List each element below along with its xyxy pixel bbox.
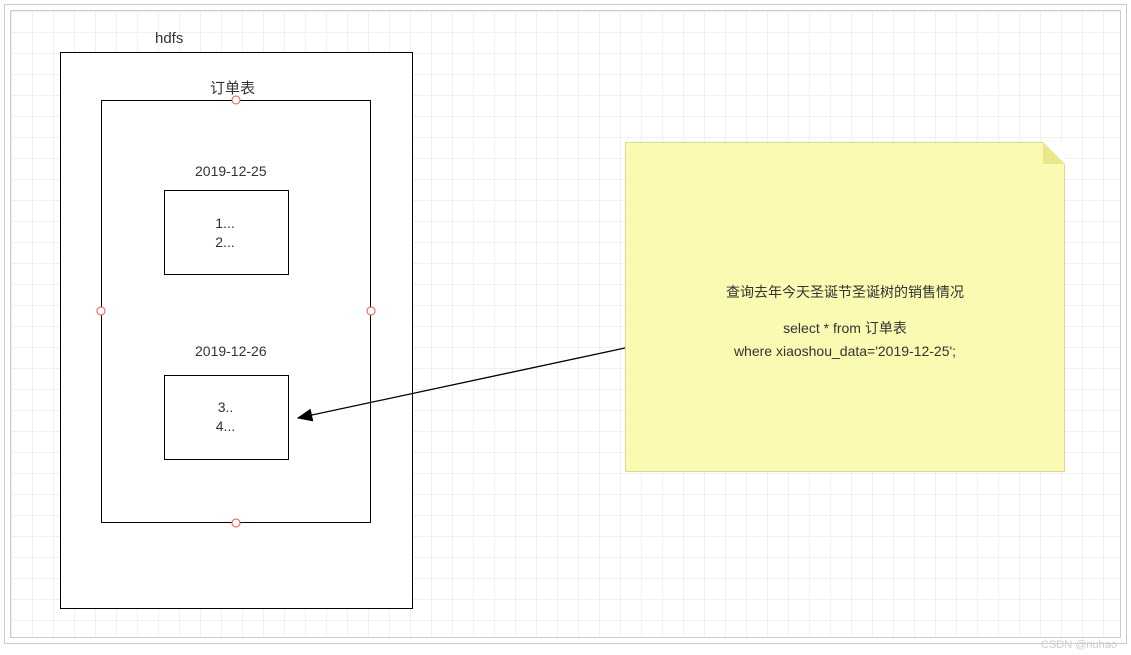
selection-handle-right[interactable] [367, 307, 376, 316]
watermark: CSDN @nuhao [1041, 639, 1117, 651]
partition1-line2: 2... [215, 234, 234, 250]
order-table-label: 订单表 [210, 77, 255, 98]
note-fold-icon [1043, 142, 1065, 164]
partition1-date: 2019-12-25 [195, 163, 267, 179]
partition1-line1: 1... [215, 215, 234, 231]
note-sql-line2: where xiaoshou_data='2019-12-25'; [626, 340, 1064, 362]
selection-handle-bottom[interactable] [232, 519, 241, 528]
partition2-content: 3.. 4... [208, 398, 243, 436]
selection-handle-left[interactable] [97, 307, 106, 316]
note-content: 查询去年今天圣诞节圣诞树的销售情况 select * from 订单表 wher… [626, 281, 1064, 362]
note-sql-line1: select * from 订单表 [626, 317, 1064, 339]
partition1-content: 1... 2... [210, 214, 240, 252]
partition2-line2: 4... [216, 418, 235, 434]
note-title: 查询去年今天圣诞节圣诞树的销售情况 [626, 281, 1064, 303]
selection-handle-top[interactable] [232, 96, 241, 105]
sticky-note[interactable]: 查询去年今天圣诞节圣诞树的销售情况 select * from 订单表 wher… [625, 142, 1065, 472]
partition2-date: 2019-12-26 [195, 343, 267, 359]
partition2-line1: 3.. [218, 399, 234, 415]
hdfs-label: hdfs [155, 30, 183, 47]
